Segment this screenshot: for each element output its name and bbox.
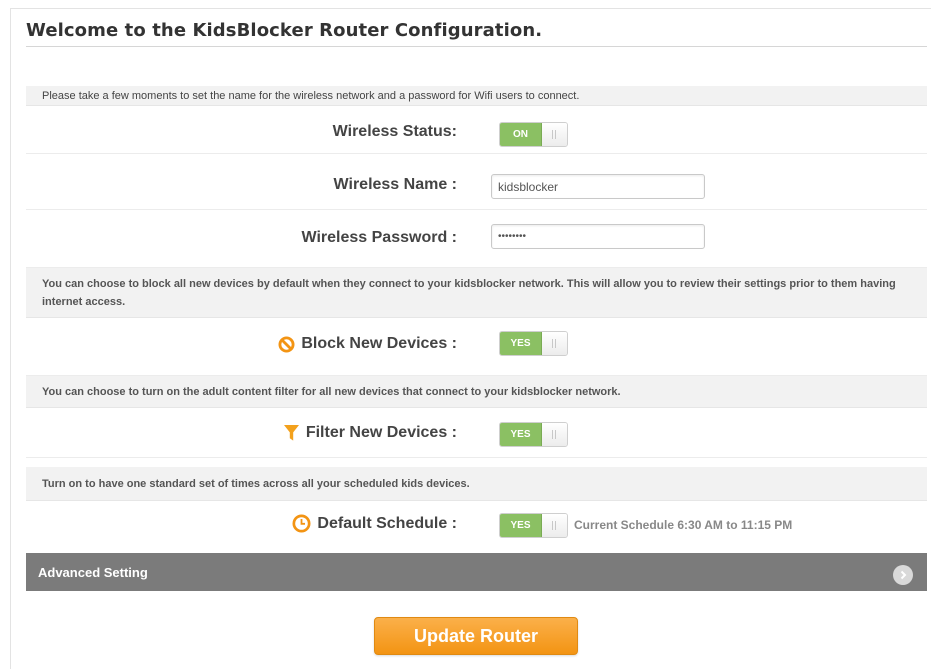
clock-icon [292, 514, 311, 533]
wireless-name-label: Wireless Name : [333, 176, 457, 193]
wireless-name-row: Wireless Name : [26, 154, 927, 210]
schedule-info-band: Turn on to have one standard set of time… [26, 467, 927, 501]
wireless-password-row: Wireless Password : [26, 210, 927, 268]
block-devices-toggle[interactable]: YES [499, 331, 568, 356]
schedule-info-text: Turn on to have one standard set of time… [42, 477, 470, 490]
filter-info-band: You can choose to turn on the adult cont… [26, 376, 927, 408]
prohibited-icon [278, 336, 295, 353]
toggle-state: YES [500, 423, 542, 446]
page-title: Welcome to the KidsBlocker Router Config… [26, 20, 543, 41]
wireless-status-toggle[interactable]: ON [499, 122, 568, 147]
block-info-text: You can choose to block all new devices … [42, 278, 896, 308]
filter-devices-label: Filter New Devices : [283, 424, 457, 442]
wireless-password-label: Wireless Password : [301, 229, 457, 246]
toggle-state: YES [500, 514, 542, 537]
default-schedule-label: Default Schedule : [292, 514, 457, 533]
filter-devices-toggle[interactable]: YES [499, 422, 568, 447]
block-info-band: You can choose to block all new devices … [26, 268, 927, 318]
toggle-knob [542, 423, 567, 446]
advanced-setting-label: Advanced Setting [38, 564, 148, 580]
block-devices-row: Block New Devices : YES [26, 318, 927, 376]
update-router-button[interactable]: Update Router [374, 617, 578, 655]
block-devices-label: Block New Devices : [278, 335, 457, 353]
current-schedule-text: Current Schedule 6:30 AM to 11:15 PM [574, 518, 793, 532]
title-divider [26, 46, 927, 47]
default-schedule-row: Default Schedule : YES Current Schedule … [26, 501, 927, 553]
toggle-knob [542, 514, 567, 537]
toggle-state: ON [500, 123, 542, 146]
toggle-knob [542, 332, 567, 355]
toggle-knob [542, 123, 567, 146]
wireless-status-label: Wireless Status: [332, 123, 457, 140]
advanced-setting-bar[interactable]: Advanced Setting [26, 553, 927, 591]
wireless-password-input[interactable] [491, 224, 705, 249]
chevron-right-icon[interactable] [893, 565, 913, 585]
funnel-icon [283, 424, 300, 442]
filter-info-text: You can choose to turn on the adult cont… [42, 385, 621, 398]
wireless-name-input[interactable] [491, 174, 705, 199]
intro-text: Please take a few moments to set the nam… [42, 89, 580, 102]
wireless-status-row: Wireless Status: ON [26, 106, 927, 154]
filter-devices-row: Filter New Devices : YES [26, 408, 927, 458]
default-schedule-toggle[interactable]: YES [499, 513, 568, 538]
toggle-state: YES [500, 332, 542, 355]
intro-band: Please take a few moments to set the nam… [26, 86, 927, 106]
